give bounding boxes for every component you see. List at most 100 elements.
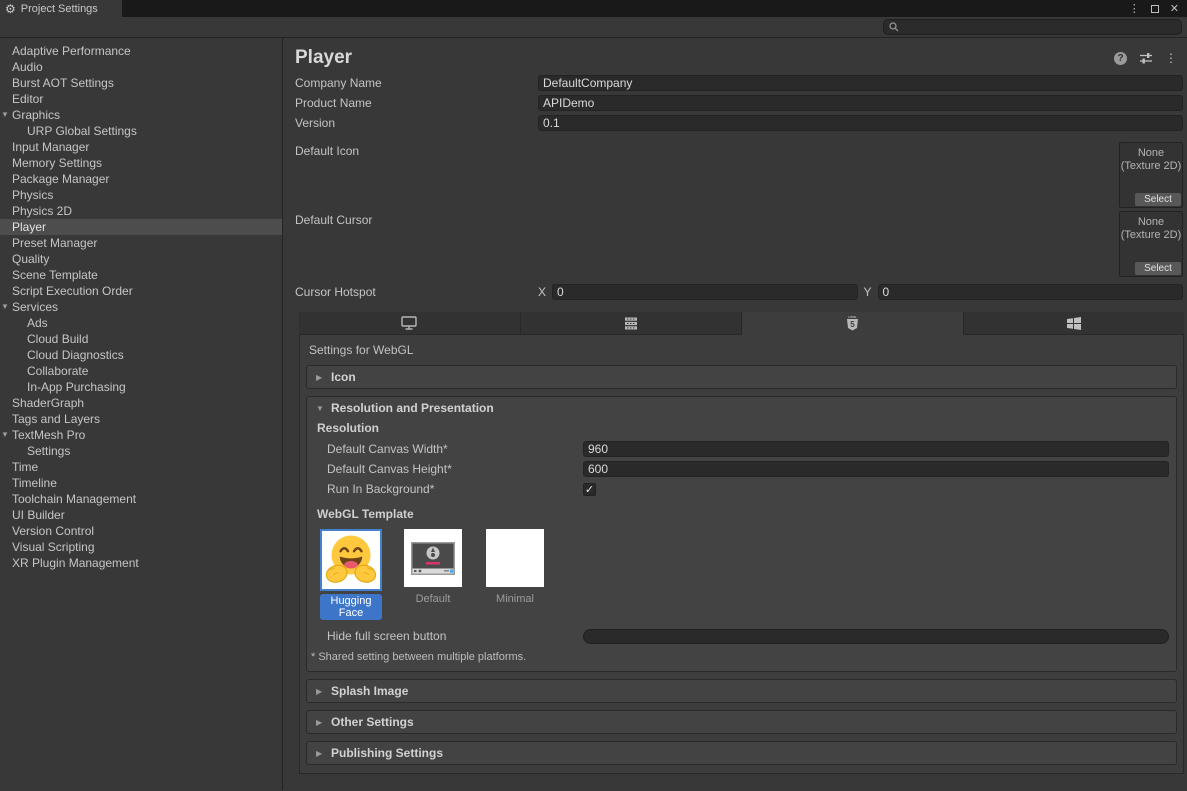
foldout-collapsed-icon[interactable]: ▶	[316, 749, 324, 758]
default-canvas-width-input[interactable]	[583, 441, 1169, 457]
sidebar-item-collaborate[interactable]: Collaborate	[0, 363, 282, 379]
section-title: Other Settings	[331, 715, 414, 729]
sidebar-item-editor[interactable]: Editor	[0, 91, 282, 107]
presets-icon[interactable]	[1139, 52, 1153, 64]
template-default-thumbnail[interactable]	[404, 529, 462, 587]
foldout-collapsed-icon[interactable]: ▶	[316, 687, 324, 696]
hide-full-screen-button-field[interactable]	[583, 629, 1169, 644]
template-default[interactable]: Default	[402, 529, 464, 620]
product-name-input[interactable]	[538, 95, 1183, 111]
sidebar-item-label: Cloud Build	[27, 332, 88, 346]
maximize-icon[interactable]	[1151, 5, 1159, 13]
template-minimal[interactable]: Minimal	[484, 529, 546, 620]
sidebar-item-version-control[interactable]: Version Control	[0, 523, 282, 539]
tab-dedicated-server[interactable]	[521, 312, 743, 334]
sidebar-item-preset-manager[interactable]: Preset Manager	[0, 235, 282, 251]
sidebar-item-time[interactable]: Time	[0, 459, 282, 475]
sidebar-item-settings[interactable]: Settings	[0, 443, 282, 459]
section-splash-image-header[interactable]: ▶ Splash Image	[307, 680, 1176, 702]
default-icon-texture-well[interactable]: None (Texture 2D) Select	[1119, 142, 1183, 208]
section-other-settings-header[interactable]: ▶ Other Settings	[307, 711, 1176, 733]
sidebar-item-textmesh-pro[interactable]: ▼TextMesh Pro	[0, 427, 282, 443]
sidebar-item-memory-settings[interactable]: Memory Settings	[0, 155, 282, 171]
sidebar-item-package-manager[interactable]: Package Manager	[0, 171, 282, 187]
settings-for-platform-title: Settings for WebGL	[306, 340, 1177, 365]
project-settings-tab[interactable]: ⚙ Project Settings	[0, 0, 122, 17]
search-box[interactable]	[883, 19, 1182, 35]
sidebar-item-cloud-diagnostics[interactable]: Cloud Diagnostics	[0, 347, 282, 363]
sidebar-item-label: In-App Purchasing	[27, 380, 126, 394]
run-in-background-checkbox[interactable]: ✓	[583, 483, 596, 496]
sidebar-item-label: Memory Settings	[12, 156, 102, 170]
sidebar-item-burst-aot-settings[interactable]: Burst AOT Settings	[0, 75, 282, 91]
foldout-expanded-icon[interactable]: ▼	[1, 427, 9, 443]
section-icon-header[interactable]: ▶ Icon	[307, 366, 1176, 388]
template-minimal-thumbnail[interactable]	[486, 529, 544, 587]
foldout-collapsed-icon[interactable]: ▶	[316, 373, 324, 382]
sidebar-item-player[interactable]: Player	[0, 219, 282, 235]
section-icon: ▶ Icon	[306, 365, 1177, 389]
sidebar-item-toolchain-management[interactable]: Toolchain Management	[0, 491, 282, 507]
sidebar-item-physics[interactable]: Physics	[0, 187, 282, 203]
sidebar-item-urp-global-settings[interactable]: URP Global Settings	[0, 123, 282, 139]
select-texture-button[interactable]: Select	[1135, 262, 1181, 275]
version-input[interactable]	[538, 115, 1183, 131]
y-axis-label: Y	[864, 285, 872, 299]
sidebar-item-label: Cloud Diagnostics	[27, 348, 124, 362]
sidebar-item-label: Tags and Layers	[12, 412, 100, 426]
search-input[interactable]	[903, 21, 1176, 33]
player-settings-panel: Player ? ⋮ Company NameProduct NameVersi…	[283, 38, 1187, 790]
sidebar-item-in-app-purchasing[interactable]: In-App Purchasing	[0, 379, 282, 395]
default-canvas-height-input[interactable]	[583, 461, 1169, 477]
sidebar-item-timeline[interactable]: Timeline	[0, 475, 282, 491]
sidebar-item-tags-and-layers[interactable]: Tags and Layers	[0, 411, 282, 427]
sidebar-item-input-manager[interactable]: Input Manager	[0, 139, 282, 155]
section-other-settings: ▶ Other Settings	[306, 710, 1177, 734]
close-icon[interactable]: ✕	[1170, 2, 1179, 15]
server-icon	[624, 317, 638, 330]
sidebar-item-visual-scripting[interactable]: Visual Scripting	[0, 539, 282, 555]
hotspot-y-input[interactable]	[878, 284, 1183, 300]
template-hugging-face[interactable]: Hugging Face	[320, 529, 382, 620]
section-publishing-settings-header[interactable]: ▶ Publishing Settings	[307, 742, 1176, 764]
sidebar-item-label: Package Manager	[12, 172, 109, 186]
help-icon[interactable]: ?	[1114, 52, 1127, 65]
sidebar-item-shadergraph[interactable]: ShaderGraph	[0, 395, 282, 411]
window-titlebar: ⚙ Project Settings ⋮ ✕	[0, 0, 1187, 17]
texture-type-text: (Texture 2D)	[1120, 160, 1182, 173]
sidebar-item-adaptive-performance[interactable]: Adaptive Performance	[0, 43, 282, 59]
sidebar-item-audio[interactable]: Audio	[0, 59, 282, 75]
sidebar-item-label: Ads	[27, 316, 48, 330]
sidebar-item-label: UI Builder	[12, 508, 65, 522]
run-in-background-label: Run In Background*	[327, 482, 583, 496]
foldout-expanded-icon[interactable]: ▼	[1, 107, 9, 123]
cursor-hotspot-label: Cursor Hotspot	[295, 285, 532, 299]
default-cursor-label: Default Cursor	[295, 211, 1119, 277]
select-texture-button[interactable]: Select	[1135, 193, 1181, 206]
hide-full-screen-button-label: Hide full screen button	[327, 629, 583, 643]
template-hugging-face-thumbnail[interactable]	[322, 531, 380, 589]
context-menu-icon[interactable]: ⋮	[1165, 51, 1177, 65]
window-menu-icon[interactable]: ⋮	[1129, 2, 1140, 15]
sidebar-item-quality[interactable]: Quality	[0, 251, 282, 267]
sidebar-item-physics-2d[interactable]: Physics 2D	[0, 203, 282, 219]
sidebar-item-ui-builder[interactable]: UI Builder	[0, 507, 282, 523]
foldout-expanded-icon[interactable]: ▼	[316, 404, 324, 413]
default-cursor-texture-well[interactable]: None (Texture 2D) Select	[1119, 211, 1183, 277]
sidebar-item-ads[interactable]: Ads	[0, 315, 282, 331]
sidebar-item-services[interactable]: ▼Services	[0, 299, 282, 315]
tab-windows-uwp[interactable]	[964, 312, 1185, 334]
sidebar-item-xr-plugin-management[interactable]: XR Plugin Management	[0, 555, 282, 571]
hotspot-x-input[interactable]	[552, 284, 857, 300]
tab-desktop[interactable]	[299, 312, 521, 334]
section-resolution-header[interactable]: ▼ Resolution and Presentation	[307, 397, 1176, 419]
sidebar-item-graphics[interactable]: ▼Graphics	[0, 107, 282, 123]
sidebar-item-scene-template[interactable]: Scene Template	[0, 267, 282, 283]
default-template-preview-icon	[404, 529, 462, 587]
foldout-collapsed-icon[interactable]: ▶	[316, 718, 324, 727]
company-name-input[interactable]	[538, 75, 1183, 91]
foldout-expanded-icon[interactable]: ▼	[1, 299, 9, 315]
tab-webgl[interactable]: HTML 5	[742, 312, 964, 335]
sidebar-item-script-execution-order[interactable]: Script Execution Order	[0, 283, 282, 299]
sidebar-item-cloud-build[interactable]: Cloud Build	[0, 331, 282, 347]
